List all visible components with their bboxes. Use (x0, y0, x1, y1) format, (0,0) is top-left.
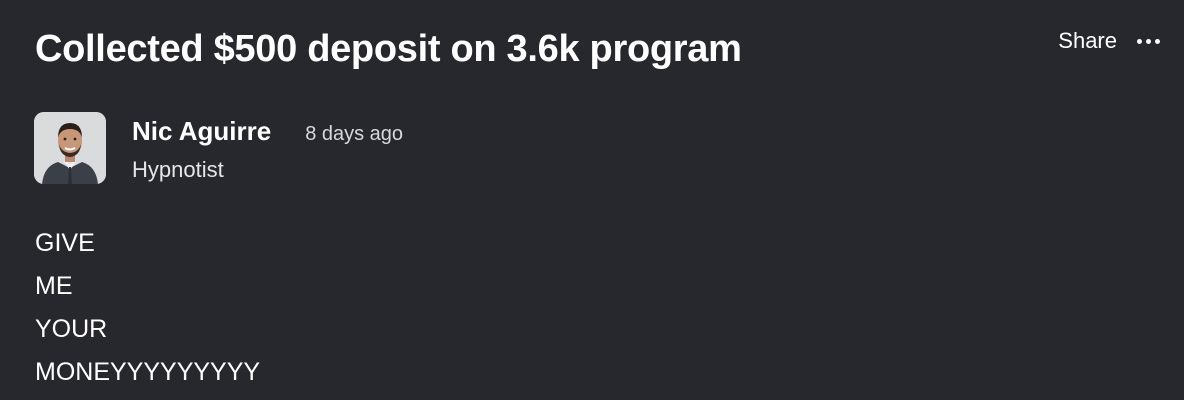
post-body: GIVE ME YOUR MONEYYYYYYYYY (35, 222, 260, 394)
avatar-photo (34, 112, 106, 184)
post-actions: Share (1058, 24, 1162, 58)
author-name[interactable]: Nic Aguirre (132, 116, 271, 147)
post-detail: Collected $500 deposit on 3.6k program S… (0, 0, 1184, 400)
share-button[interactable]: Share (1058, 28, 1117, 54)
post-timestamp: 8 days ago (305, 123, 404, 145)
author-role: Hypnotist (132, 157, 224, 182)
more-options-button[interactable] (1135, 35, 1162, 48)
more-horizontal-icon-dot (1155, 38, 1160, 44)
post-body-line: ME (35, 272, 73, 300)
more-horizontal-icon-dot (1146, 38, 1151, 44)
author-row: Nic Aguirre 8 days ago Hypnotist (34, 112, 403, 184)
post-body-line: MONEYYYYYYYYY (35, 358, 261, 386)
post-title: Collected $500 deposit on 3.6k program (35, 28, 742, 70)
more-horizontal-icon (1137, 38, 1142, 44)
post-body-line: GIVE (35, 229, 95, 257)
post-body-line: YOUR (35, 315, 108, 343)
avatar[interactable] (34, 112, 106, 184)
author-info: Nic Aguirre 8 days ago Hypnotist (132, 116, 403, 183)
author-line: Nic Aguirre 8 days ago (132, 116, 403, 147)
